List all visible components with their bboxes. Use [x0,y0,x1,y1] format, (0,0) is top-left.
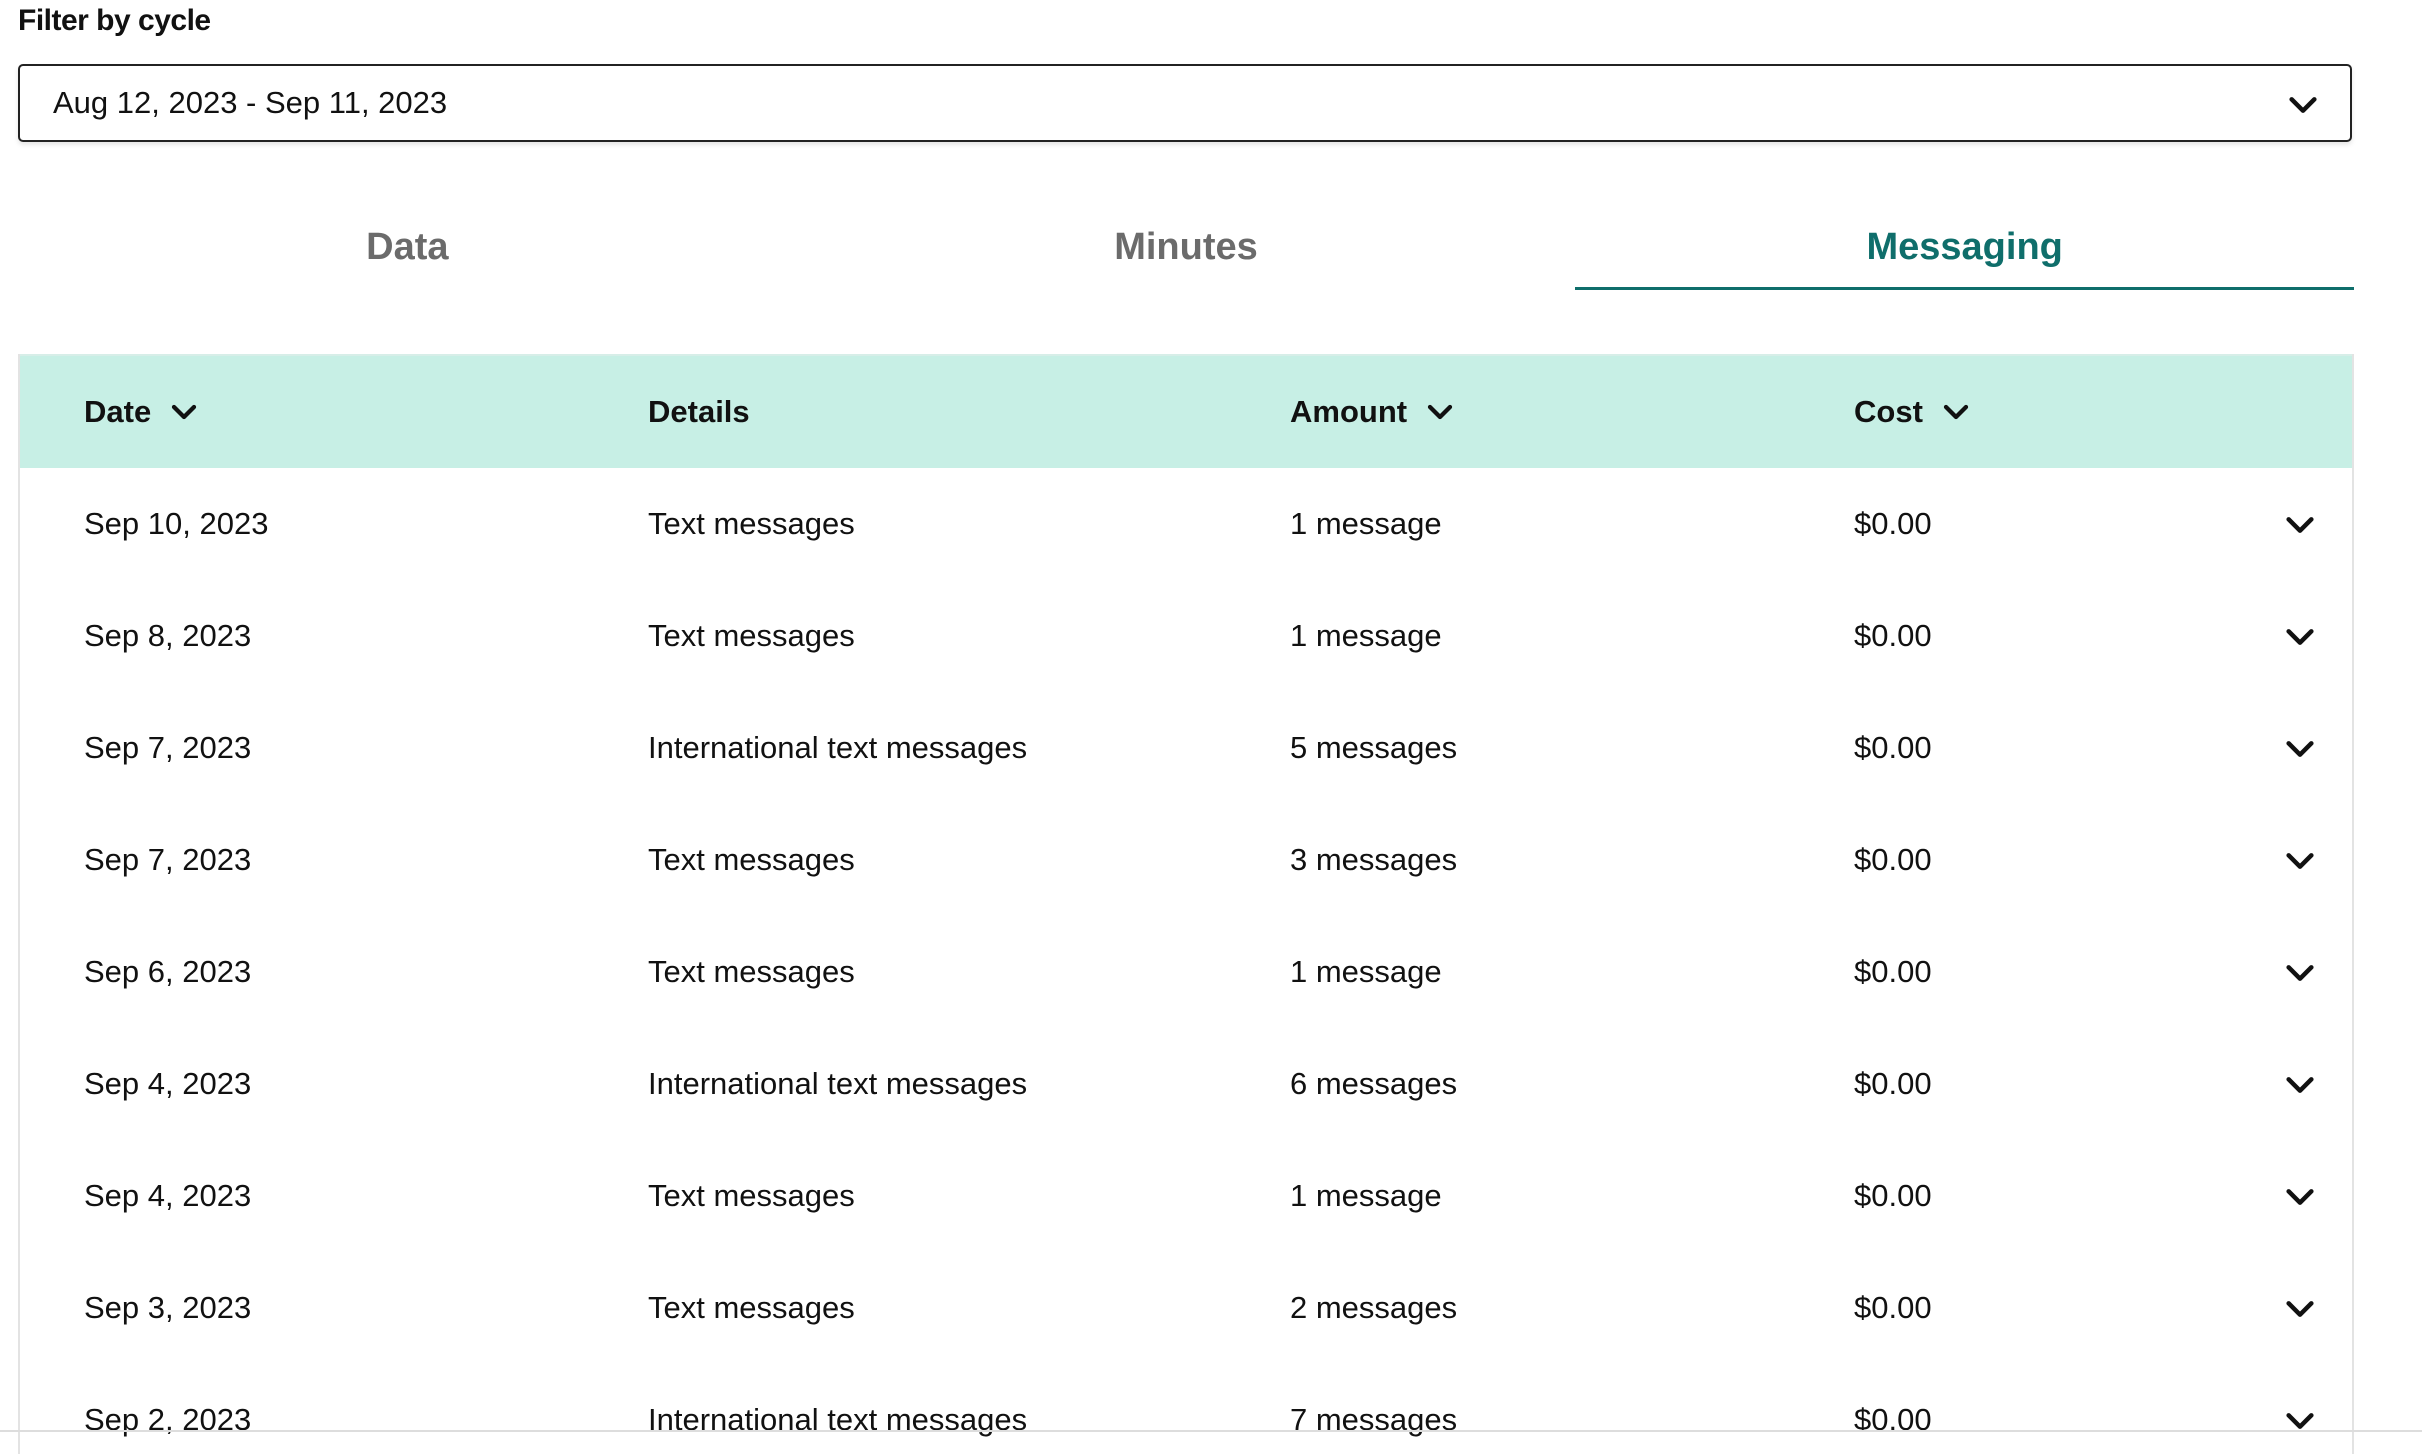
row-details: International text messages [648,1402,1028,1437]
row-date: Sep 10, 2023 [84,506,269,541]
details-column-header: Details [648,356,750,468]
row-date: Sep 4, 2023 [84,1178,252,1213]
sort-chevron-icon [169,397,199,427]
row-cost: $0.00 [1854,1290,1932,1325]
expand-chevron-icon[interactable] [2282,956,2318,995]
header-label: Details [648,394,750,429]
header-label: Amount [1290,394,1408,429]
tab-label: Data [366,226,449,268]
expand-chevron-icon[interactable] [2282,620,2318,659]
tab-data[interactable]: Data [18,200,797,292]
row-amount: 1 message [1290,1178,1442,1213]
usage-tabs: Data Minutes Messaging [18,200,2354,292]
tab-minutes[interactable]: Minutes [797,200,1576,292]
row-date: Sep 8, 2023 [84,618,252,653]
expand-chevron-icon[interactable] [2282,844,2318,883]
row-details: Text messages [648,506,855,541]
tab-messaging[interactable]: Messaging [1575,200,2354,292]
chevron-down-icon [2286,88,2320,130]
expand-chevron-icon[interactable] [2282,732,2318,771]
row-amount: 6 messages [1290,1066,1458,1101]
table-row[interactable]: Sep 4, 2023 International text messages … [20,1028,2352,1140]
cycle-select[interactable]: Aug 12, 2023 - Sep 11, 2023 [18,64,2352,142]
cycle-select-value: Aug 12, 2023 - Sep 11, 2023 [53,85,448,120]
expand-chevron-icon[interactable] [2282,508,2318,547]
tab-label: Minutes [1114,226,1258,268]
row-cost: $0.00 [1854,1178,1932,1213]
amount-column-header[interactable]: Amount [1290,356,1455,468]
row-amount: 1 message [1290,506,1442,541]
expand-chevron-icon[interactable] [2282,1292,2318,1331]
table-row[interactable]: Sep 2, 2023 International text messages … [20,1364,2352,1454]
row-cost: $0.00 [1854,730,1932,765]
row-cost: $0.00 [1854,1402,1932,1437]
table-row[interactable]: Sep 7, 2023 Text messages 3 messages $0.… [20,804,2352,916]
row-amount: 1 message [1290,618,1442,653]
row-amount: 5 messages [1290,730,1458,765]
header-label: Date [84,394,152,429]
sort-chevron-icon [1425,397,1455,427]
row-date: Sep 2, 2023 [84,1402,252,1437]
row-date: Sep 4, 2023 [84,1066,252,1101]
row-cost: $0.00 [1854,842,1932,877]
expand-chevron-icon[interactable] [2282,1180,2318,1219]
table-row[interactable]: Sep 8, 2023 Text messages 1 message $0.0… [20,580,2352,692]
tab-label: Messaging [1866,226,2063,268]
expand-chevron-icon[interactable] [2282,1404,2318,1443]
table-row[interactable]: Sep 10, 2023 Text messages 1 message $0.… [20,468,2352,580]
row-cost: $0.00 [1854,618,1932,653]
row-amount: 3 messages [1290,842,1458,877]
row-details: Text messages [648,618,855,653]
viewport-divider [0,1430,2422,1432]
row-date: Sep 3, 2023 [84,1290,252,1325]
row-amount: 7 messages [1290,1402,1458,1437]
row-details: Text messages [648,842,855,877]
row-date: Sep 6, 2023 [84,954,252,989]
table-row[interactable]: Sep 7, 2023 International text messages … [20,692,2352,804]
expand-chevron-icon[interactable] [2282,1068,2318,1107]
row-details: International text messages [648,1066,1028,1101]
row-amount: 1 message [1290,954,1442,989]
table-row[interactable]: Sep 6, 2023 Text messages 1 message $0.0… [20,916,2352,1028]
row-details: International text messages [648,730,1028,765]
cost-column-header[interactable]: Cost [1854,356,1971,468]
row-cost: $0.00 [1854,954,1932,989]
row-details: Text messages [648,1178,855,1213]
usage-table: Date Details Amount Cost Sep 10, 2023 Te… [18,354,2354,1454]
table-row[interactable]: Sep 4, 2023 Text messages 1 message $0.0… [20,1140,2352,1252]
table-header: Date Details Amount Cost [20,354,2352,468]
row-amount: 2 messages [1290,1290,1458,1325]
header-label: Cost [1854,394,1923,429]
date-column-header[interactable]: Date [84,356,199,468]
sort-chevron-icon [1941,397,1971,427]
row-date: Sep 7, 2023 [84,842,252,877]
row-details: Text messages [648,1290,855,1325]
row-cost: $0.00 [1854,1066,1932,1101]
row-cost: $0.00 [1854,506,1932,541]
filter-label: Filter by cycle [18,4,211,37]
table-row[interactable]: Sep 3, 2023 Text messages 2 messages $0.… [20,1252,2352,1364]
row-details: Text messages [648,954,855,989]
row-date: Sep 7, 2023 [84,730,252,765]
